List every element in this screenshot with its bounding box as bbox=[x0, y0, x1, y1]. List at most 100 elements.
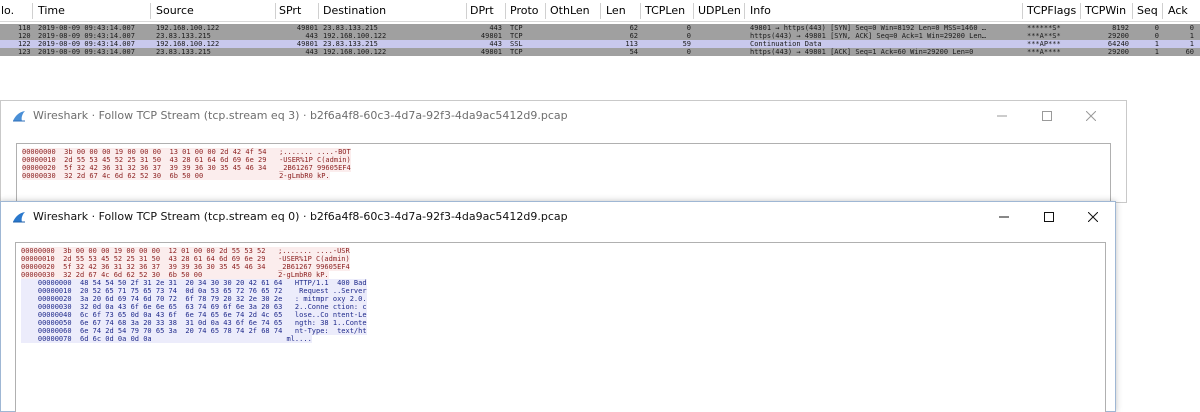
cell-seq: 1 bbox=[1154, 40, 1159, 48]
cell-len: 54 bbox=[629, 48, 638, 56]
maximize-button[interactable] bbox=[1025, 101, 1069, 131]
hex-dump-line-server: 00000010 20 52 65 71 75 65 73 74 0d 0a 5… bbox=[21, 287, 367, 295]
close-icon bbox=[1088, 212, 1098, 222]
column-header-info[interactable]: Info bbox=[750, 4, 771, 17]
cell-destination: 23.83.133.215 bbox=[323, 40, 378, 48]
stream-content[interactable]: 00000000 3b 00 00 00 19 00 00 00 12 01 0… bbox=[15, 242, 1106, 412]
hex-dump-line-client: 00000020 5f 32 42 36 31 32 36 37 39 39 3… bbox=[21, 263, 350, 271]
column-header-tcpflags[interactable]: TCPFlags bbox=[1027, 4, 1076, 17]
cell-sprt: 49801 bbox=[296, 24, 318, 32]
hex-dump-line-server: 00000060 6e 74 2d 54 79 70 65 3a 20 74 6… bbox=[21, 327, 367, 335]
cell-source: 192.168.100.122 bbox=[156, 40, 220, 48]
cell-len: 113 bbox=[625, 40, 638, 48]
column-header-tcpwin[interactable]: TCPWin bbox=[1085, 4, 1126, 17]
column-header-dprt[interactable]: DPrt bbox=[470, 4, 494, 17]
stream-content[interactable]: 00000000 3b 00 00 00 19 00 00 00 13 01 0… bbox=[16, 143, 1111, 204]
minimize-icon bbox=[999, 216, 1009, 218]
cell-tcplen: 59 bbox=[682, 40, 691, 48]
hex-dump-line-client: 00000010 2d 55 53 45 52 25 31 50 43 28 6… bbox=[21, 255, 350, 263]
cell-ack: 1 bbox=[1189, 40, 1194, 48]
column-header-udplen[interactable]: UDPLen bbox=[698, 4, 741, 17]
cell-destination: 192.168.100.122 bbox=[323, 32, 387, 40]
cell-info: 49801 → https(443) [SYN] Seq=0 Win=8192 … bbox=[750, 24, 987, 32]
cell-tcpwin: 64240 bbox=[1107, 40, 1129, 48]
cell-destination: 23.83.133.215 bbox=[323, 24, 378, 32]
minimize-button[interactable] bbox=[980, 101, 1024, 131]
packet-list-header: lo. Time Source SPrt Destination DPrt Pr… bbox=[0, 0, 1200, 22]
maximize-icon bbox=[1044, 212, 1054, 222]
cell-source: 23.83.133.215 bbox=[156, 48, 211, 56]
cell-proto: SSL bbox=[510, 40, 523, 48]
close-button[interactable] bbox=[1069, 101, 1113, 131]
cell-tcplen: 0 bbox=[686, 24, 691, 32]
cell-tcpwin: 29200 bbox=[1107, 48, 1129, 56]
column-header-ack[interactable]: Ack bbox=[1168, 4, 1188, 17]
hex-dump-line-client: 00000030 32 2d 67 4c 6d 62 52 30 6b 50 0… bbox=[21, 271, 329, 279]
follow-tcp-stream-window-eq0[interactable]: Wireshark · Follow TCP Stream (tcp.strea… bbox=[0, 201, 1116, 412]
cell-len: 62 bbox=[629, 32, 638, 40]
hex-dump-line-server: 00000020 3a 20 6d 69 74 6d 70 72 6f 78 7… bbox=[21, 295, 367, 303]
hex-dump-line-client: 00000010 2d 55 53 45 52 25 31 50 43 28 6… bbox=[22, 156, 351, 164]
cell-info: Continuation Data bbox=[750, 40, 822, 48]
cell-dprt: 49801 bbox=[480, 32, 502, 40]
packet-row[interactable]: 120 2019-08-09 09:43:14.007 23.83.133.21… bbox=[0, 32, 1200, 40]
cell-proto: TCP bbox=[510, 32, 523, 40]
column-header-source[interactable]: Source bbox=[156, 4, 194, 17]
cell-info: https(443) → 49801 [SYN, ACK] Seq=0 Ack=… bbox=[750, 32, 987, 40]
cell-tcpflags: ***A**S* bbox=[1027, 32, 1061, 40]
follow-tcp-stream-window-eq3[interactable]: Wireshark · Follow TCP Stream (tcp.strea… bbox=[0, 100, 1127, 204]
cell-seq: 0 bbox=[1154, 32, 1159, 40]
hex-dump-line-client: 00000000 3b 00 00 00 19 00 00 00 12 01 0… bbox=[21, 247, 350, 255]
hex-dump-line-client: 00000030 32 2d 67 4c 6d 62 52 30 6b 50 0… bbox=[22, 172, 330, 180]
close-button[interactable] bbox=[1071, 202, 1115, 232]
hex-dump-line-server: 00000000 48 54 54 50 2f 31 2e 31 20 34 3… bbox=[21, 279, 367, 287]
cell-sprt: 49801 bbox=[296, 40, 318, 48]
cell-tcpflags: ***A**** bbox=[1027, 48, 1061, 56]
cell-seq: 0 bbox=[1154, 24, 1159, 32]
packet-list-empty-area bbox=[0, 56, 1200, 68]
hex-dump-line-server: 00000050 6e 67 74 68 3a 20 33 38 31 0d 0… bbox=[21, 319, 367, 327]
hex-dump-line-client: 00000020 5f 32 42 36 31 32 36 37 39 39 3… bbox=[22, 164, 351, 172]
column-header-seq[interactable]: Seq bbox=[1137, 4, 1158, 17]
window-titlebar[interactable]: Wireshark · Follow TCP Stream (tcp.strea… bbox=[1, 101, 1126, 131]
hex-dump-line-server: 00000030 32 0d 0a 43 6f 6e 6e 65 63 74 6… bbox=[21, 303, 367, 311]
cell-source: 192.168.100.122 bbox=[156, 24, 220, 32]
column-header-proto[interactable]: Proto bbox=[510, 4, 539, 17]
cell-no: 120 bbox=[18, 32, 31, 40]
cell-no: 122 bbox=[18, 40, 31, 48]
hex-dump-line-server: 00000070 6d 6c 0d 0a 0d 0a ml.... bbox=[21, 335, 312, 343]
cell-dprt: 443 bbox=[489, 24, 502, 32]
cell-dprt: 49801 bbox=[480, 48, 502, 56]
minimize-button[interactable] bbox=[982, 202, 1026, 232]
cell-len: 62 bbox=[629, 24, 638, 32]
cell-time: 2019-08-09 09:43:14.007 bbox=[38, 48, 135, 56]
cell-time: 2019-08-09 09:43:14.007 bbox=[38, 24, 135, 32]
cell-tcplen: 0 bbox=[686, 48, 691, 56]
column-header-sprt[interactable]: SPrt bbox=[279, 4, 301, 17]
column-header-othlen[interactable]: OthLen bbox=[550, 4, 590, 17]
packet-row[interactable]: 118 2019-08-09 09:43:14.007 192.168.100.… bbox=[0, 24, 1200, 32]
cell-ack: 1 bbox=[1189, 32, 1194, 40]
cell-sprt: 443 bbox=[305, 48, 318, 56]
cell-tcpflags: ******S* bbox=[1027, 24, 1061, 32]
column-header-len[interactable]: Len bbox=[606, 4, 626, 17]
packet-row[interactable]: 123 2019-08-09 09:43:14.007 23.83.133.21… bbox=[0, 48, 1200, 56]
cell-tcpwin: 29200 bbox=[1107, 32, 1129, 40]
window-title: Wireshark · Follow TCP Stream (tcp.strea… bbox=[33, 109, 568, 122]
column-header-no[interactable]: lo. bbox=[1, 4, 14, 17]
maximize-button[interactable] bbox=[1027, 202, 1071, 232]
cell-ack: 0 bbox=[1189, 24, 1194, 32]
window-title: Wireshark · Follow TCP Stream (tcp.strea… bbox=[33, 210, 568, 223]
column-header-tcplen[interactable]: TCPLen bbox=[645, 4, 685, 17]
cell-source: 23.83.133.215 bbox=[156, 32, 211, 40]
cell-tcplen: 0 bbox=[686, 32, 691, 40]
column-header-time[interactable]: Time bbox=[38, 4, 65, 17]
packet-row[interactable]: 122 2019-08-09 09:43:14.007 192.168.100.… bbox=[0, 40, 1200, 48]
window-titlebar[interactable]: Wireshark · Follow TCP Stream (tcp.strea… bbox=[1, 202, 1115, 232]
cell-proto: TCP bbox=[510, 24, 523, 32]
minimize-icon bbox=[997, 115, 1007, 117]
cell-destination: 192.168.100.122 bbox=[323, 48, 387, 56]
cell-no: 123 bbox=[18, 48, 31, 56]
cell-seq: 1 bbox=[1154, 48, 1159, 56]
column-header-destination[interactable]: Destination bbox=[323, 4, 386, 17]
